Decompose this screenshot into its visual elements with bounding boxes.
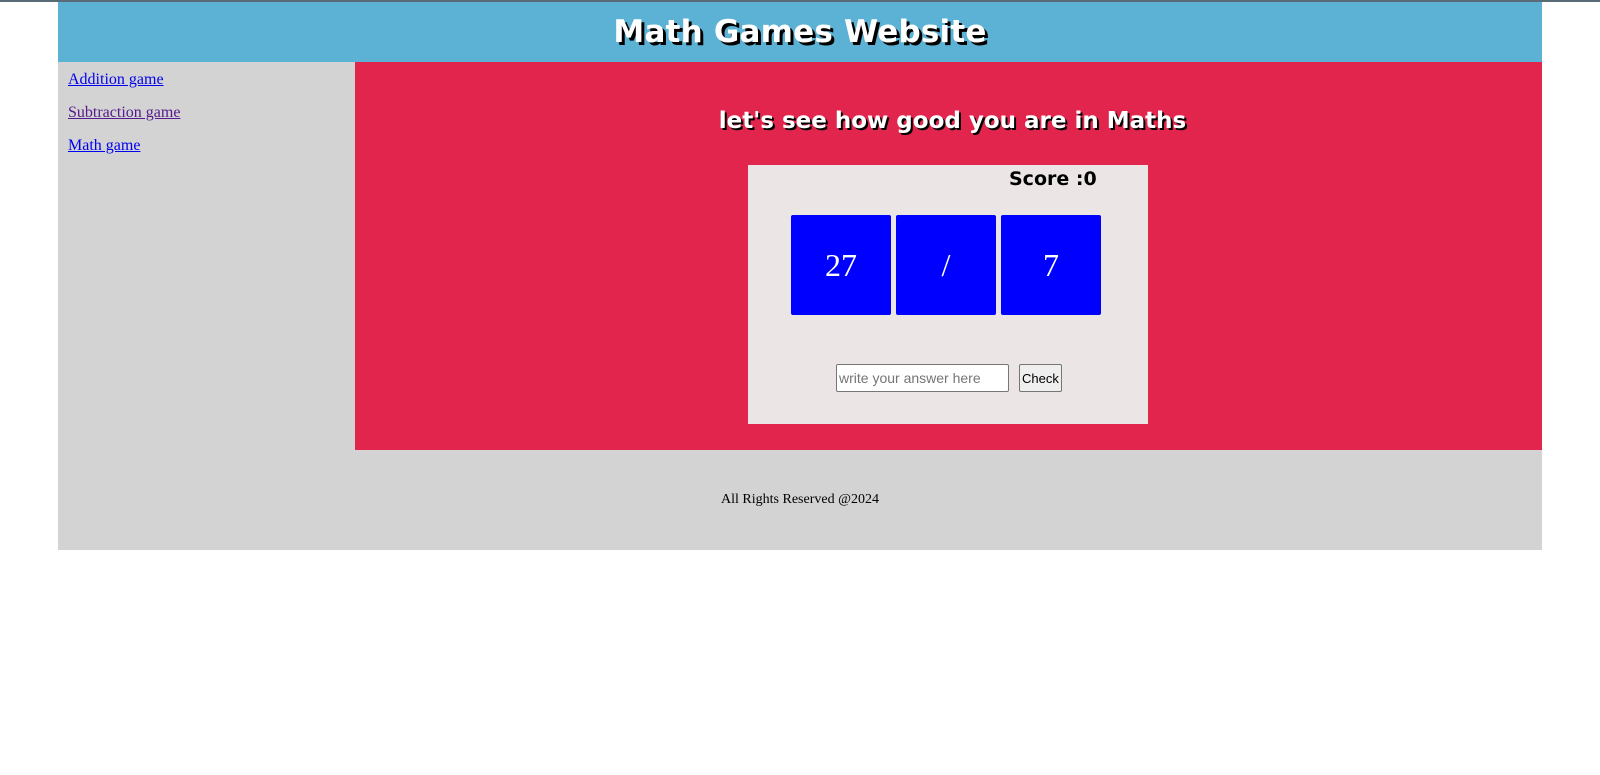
- site-title: Math Games Website: [613, 14, 987, 50]
- content-row: Addition game Subtraction game Math game…: [58, 62, 1542, 450]
- footer-copyright: All Rights Reserved @2024: [721, 492, 879, 507]
- check-button[interactable]: Check: [1019, 364, 1062, 392]
- sidebar-link-math-game[interactable]: Math game: [68, 136, 355, 156]
- operator-tile: /: [896, 215, 996, 315]
- equation-tiles: 27 / 7: [791, 215, 1101, 315]
- sidebar-link-addition-game[interactable]: Addition game: [68, 70, 355, 90]
- right-operand-tile: 7: [1001, 215, 1101, 315]
- left-operand-tile: 27: [791, 215, 891, 315]
- answer-row: Check: [836, 364, 1062, 392]
- page-container: Math Games Website Addition game Subtrac…: [58, 2, 1542, 550]
- sidebar-link-subtraction-game[interactable]: Subtraction game: [68, 103, 355, 123]
- tagline: let's see how good you are in Maths: [718, 108, 1187, 134]
- game-box: Score :0 27 / 7 Check: [748, 165, 1148, 424]
- main-panel: let's see how good you are in Maths Scor…: [355, 62, 1542, 450]
- answer-input[interactable]: [836, 364, 1009, 392]
- score-display: Score :0: [1009, 168, 1097, 190]
- site-footer: All Rights Reserved @2024: [58, 450, 1542, 550]
- sidebar: Addition game Subtraction game Math game: [58, 62, 355, 450]
- site-header: Math Games Website: [58, 2, 1542, 62]
